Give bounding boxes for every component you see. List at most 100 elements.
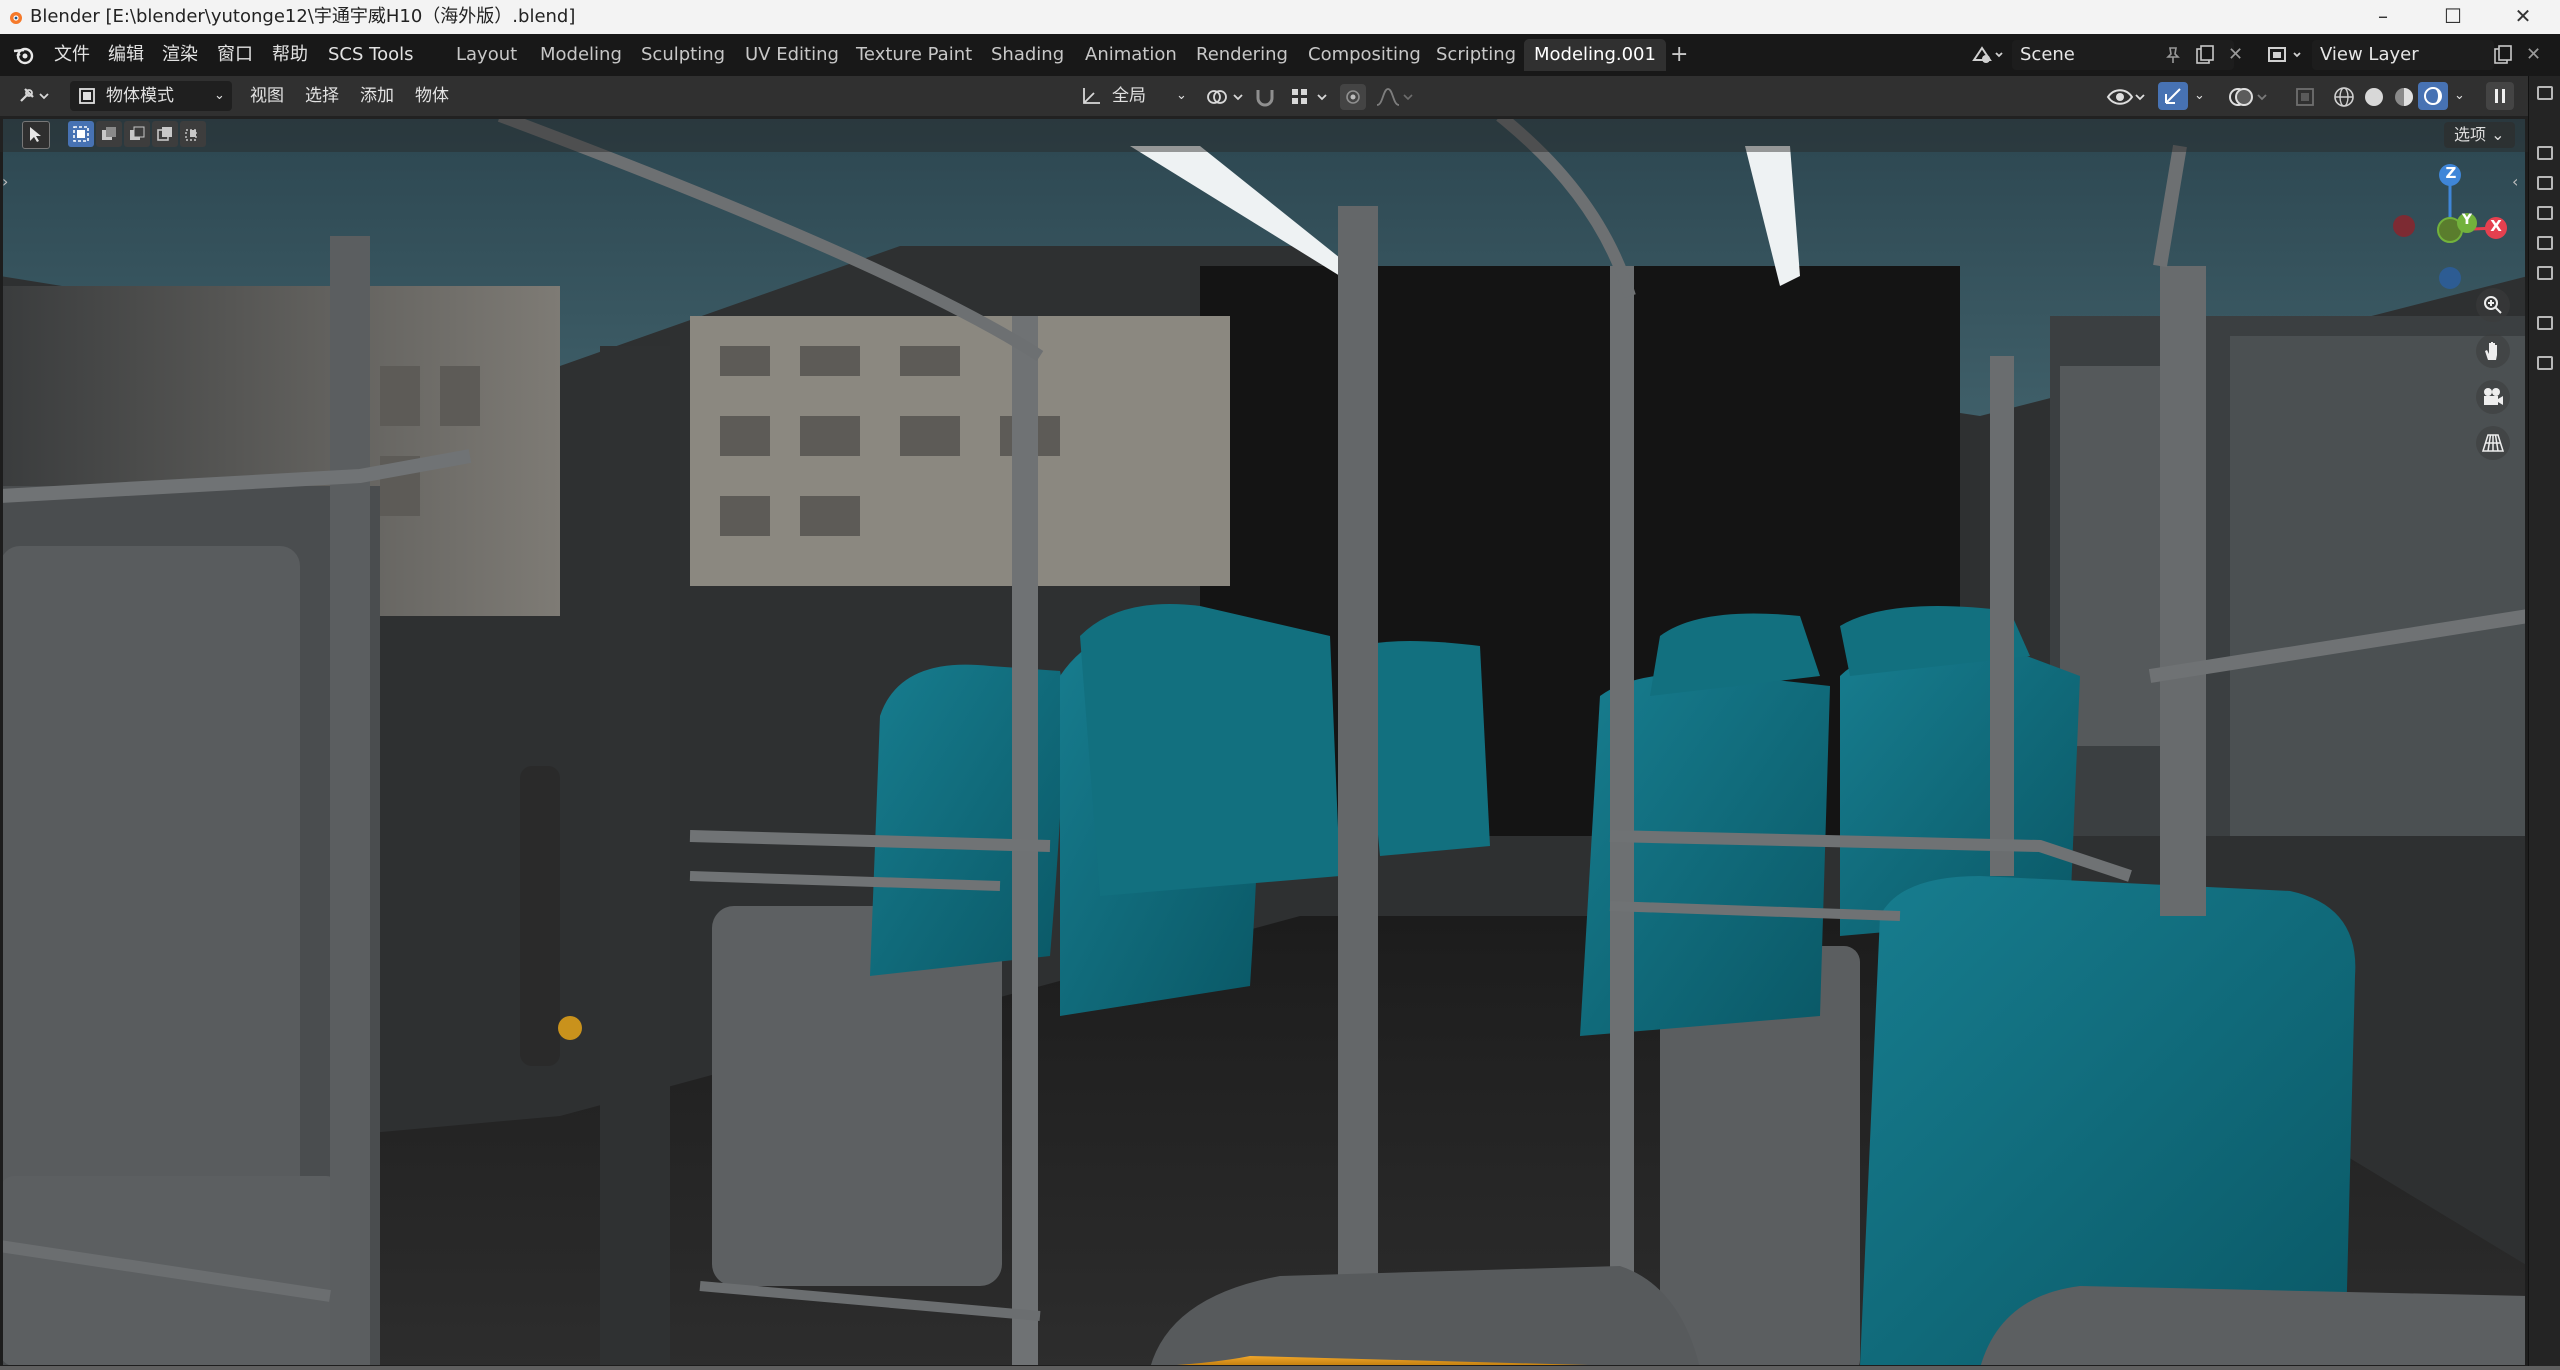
perspective-toggle-button[interactable] (2476, 426, 2510, 460)
gizmo-toggle[interactable] (2158, 82, 2188, 110)
chevron-down-icon: ⌄ (1176, 88, 1187, 103)
maximize-button[interactable]: ☐ (2418, 0, 2488, 34)
tool-settings-header: 选项 ⌄ (0, 116, 2528, 152)
zoom-icon (2484, 296, 2502, 314)
menu-render[interactable]: 渲染 (162, 34, 198, 76)
tab-modeling-001[interactable]: Modeling.001 (1524, 39, 1666, 71)
visibility-dropdown-icon[interactable] (2106, 85, 2146, 109)
delete-view-layer-icon[interactable]: ✕ (2526, 34, 2541, 76)
tab-shading[interactable]: Shading (981, 39, 1074, 71)
blender-logo-icon[interactable] (12, 44, 36, 66)
pivot-point-icon[interactable] (1204, 86, 1248, 108)
chevron-down-icon[interactable]: ⌄ (2454, 76, 2465, 116)
zoom-button[interactable] (2476, 288, 2510, 322)
select-mode-intersect-button[interactable] (180, 121, 206, 147)
view-layer-field[interactable]: View Layer (2312, 40, 2494, 70)
tab-scripting[interactable]: Scripting (1426, 39, 1526, 71)
view-layer-name: View Layer (2320, 44, 2419, 65)
output-tab-icon[interactable] (2537, 206, 2553, 220)
scene-browse-icon[interactable] (1970, 44, 2004, 66)
xray-toggle-icon[interactable] (2294, 86, 2316, 108)
world-tab-icon[interactable] (2537, 316, 2553, 330)
viewport-header: 物体模式 ⌄ 视图 选择 添加 物体 全局 ⌄ ⌄ ⌄ (0, 76, 2560, 116)
top-bar: 文件 编辑 渲染 窗口 帮助 SCS Tools Layout Modeling… (0, 34, 2560, 76)
camera-view-button[interactable] (2476, 380, 2510, 414)
minimize-button[interactable]: – (2348, 0, 2418, 34)
gizmo-icon (2165, 88, 2181, 104)
wireframe-shading-icon[interactable] (2332, 85, 2356, 109)
new-view-layer-icon[interactable] (2492, 44, 2514, 66)
select-invert-icon (157, 127, 172, 141)
tab-compositing[interactable]: Compositing (1298, 39, 1431, 71)
chevron-down-icon[interactable]: ⌄ (2194, 76, 2205, 116)
select-subtract-icon (130, 126, 145, 140)
falloff-icon[interactable] (1374, 86, 1414, 108)
options-dropdown[interactable]: 选项 ⌄ (2444, 122, 2515, 148)
render-tab-icon[interactable] (2537, 176, 2553, 190)
close-window-button[interactable]: ✕ (2488, 0, 2558, 34)
scene-name: Scene (2020, 44, 2075, 65)
pause-icon (2495, 89, 2505, 103)
view-layer-tab-icon[interactable] (2537, 236, 2553, 250)
object-mode-label: 物体模式 (106, 86, 174, 106)
tab-sculpting[interactable]: Sculpting (631, 39, 735, 71)
tab-texture-paint[interactable]: Texture Paint (846, 39, 982, 71)
snap-target-icon[interactable] (1290, 86, 1332, 108)
x-axis-label: X (2490, 217, 2502, 235)
3d-viewport[interactable]: 选项 ⌄ › ‹ Z X Y (0, 116, 2528, 1368)
menu-view[interactable]: 视图 (250, 76, 284, 116)
proportional-editing-icon (1346, 90, 1360, 104)
select-mode-new-button[interactable] (68, 121, 94, 147)
menu-help[interactable]: 帮助 (272, 34, 308, 76)
status-bar-edge (0, 1366, 2560, 1370)
hand-icon (2485, 342, 2497, 360)
y-axis-label: Y (2461, 212, 2473, 228)
bus-interior-render (0, 116, 2528, 1368)
menu-scs-tools[interactable]: SCS Tools (328, 34, 413, 76)
select-new-icon (73, 126, 89, 142)
select-mode-invert-button[interactable] (152, 121, 178, 147)
solid-shading-icon[interactable] (2362, 85, 2386, 109)
active-tool-button[interactable] (22, 121, 50, 149)
z-axis-label: Z (2445, 164, 2457, 182)
menu-window[interactable]: 窗口 (217, 34, 253, 76)
object-mode-dropdown[interactable]: 物体模式 ⌄ (70, 81, 232, 111)
material-preview-icon[interactable] (2392, 85, 2416, 109)
overlays-icon[interactable] (2228, 85, 2268, 109)
add-workspace-button[interactable]: + (1660, 39, 1698, 71)
select-cursor-icon (30, 127, 41, 142)
rendered-shading-toggle[interactable] (2418, 82, 2448, 110)
menu-file[interactable]: 文件 (54, 34, 90, 76)
pin-icon[interactable] (2164, 46, 2182, 64)
editor-type-button[interactable] (12, 81, 60, 111)
menu-object[interactable]: 物体 (415, 76, 449, 116)
snap-toggle-icon[interactable] (1254, 86, 1276, 108)
menu-select[interactable]: 选择 (305, 76, 339, 116)
orientation-label: 全局 (1112, 86, 1146, 106)
new-scene-icon[interactable] (2194, 44, 2216, 66)
object-tab-icon[interactable] (2537, 356, 2553, 370)
tab-animation[interactable]: Animation (1075, 39, 1187, 71)
camera-icon (2484, 388, 2503, 405)
view-layer-browse-icon[interactable] (2266, 44, 2306, 66)
properties-tab-icon[interactable] (2537, 86, 2553, 100)
tab-modeling[interactable]: Modeling (530, 39, 632, 71)
select-mode-extend-button[interactable] (96, 121, 122, 147)
pause-render-button[interactable] (2486, 82, 2514, 110)
tab-layout[interactable]: Layout (446, 39, 527, 71)
scene-tab-icon[interactable] (2537, 266, 2553, 280)
transform-orientation-dropdown[interactable]: 全局 ⌄ (1074, 81, 1194, 111)
window-title: Blender [E:\blender\yutonge12\宇通宇威H10（海外… (30, 6, 576, 27)
tab-uv-editing[interactable]: UV Editing (735, 39, 849, 71)
editor-type-icon (20, 88, 49, 102)
tool-tab-icon[interactable] (2537, 146, 2553, 160)
select-mode-subtract-button[interactable] (124, 121, 150, 147)
menu-edit[interactable]: 编辑 (108, 34, 144, 76)
delete-scene-icon[interactable]: ✕ (2228, 34, 2243, 76)
tab-rendering[interactable]: Rendering (1186, 39, 1298, 71)
toolbar-expand-arrow-icon[interactable]: › (2, 172, 8, 191)
grid-perspective-icon (2482, 434, 2504, 452)
pan-button[interactable] (2476, 334, 2510, 368)
menu-add[interactable]: 添加 (360, 76, 394, 116)
proportional-editing-toggle[interactable] (1340, 84, 1366, 110)
